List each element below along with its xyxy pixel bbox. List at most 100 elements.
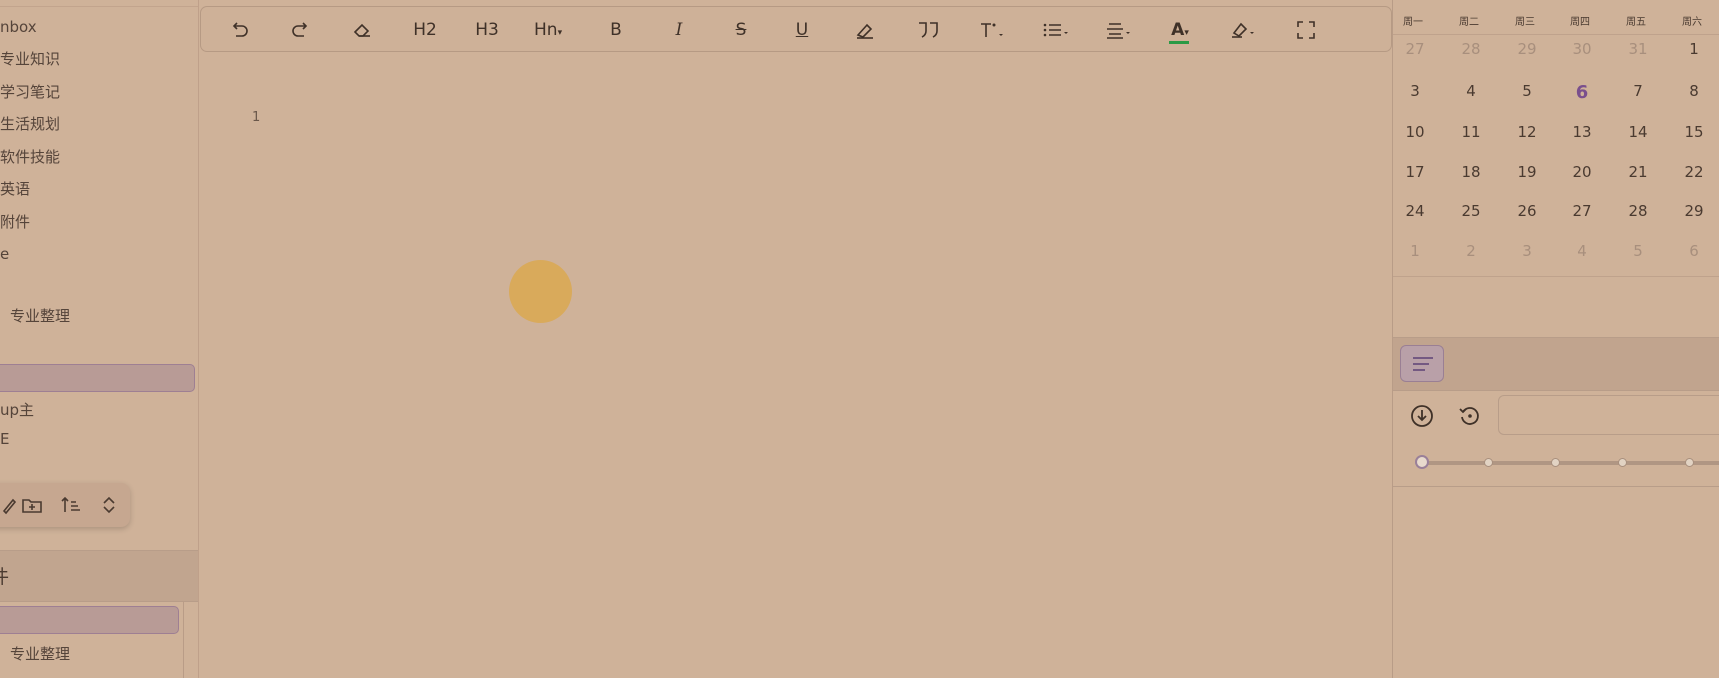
calendar-day[interactable]: 28 (1618, 202, 1658, 220)
font-color-swatch (1169, 41, 1189, 44)
history-slider-tick[interactable] (1618, 458, 1627, 467)
calendar-day[interactable]: 7 (1618, 82, 1658, 100)
calendar-day[interactable]: 4 (1451, 82, 1491, 100)
weekday-label: 周四 (1570, 17, 1590, 28)
download-icon[interactable] (1409, 403, 1435, 429)
sidebar-divider (0, 6, 198, 7)
heading-more-button[interactable]: Hn▾ (534, 16, 562, 44)
calendar-day[interactable]: 6 (1674, 242, 1714, 260)
pointer-indicator (509, 260, 572, 323)
editor-canvas[interactable] (199, 0, 1391, 678)
calendar-day[interactable]: 5 (1618, 242, 1658, 260)
list-icon[interactable] (1041, 16, 1071, 44)
calendar-day[interactable]: 28 (1451, 40, 1491, 58)
calendar-day[interactable]: 8 (1674, 82, 1714, 100)
sidebar-item-life-planning[interactable]: 生活规划 (0, 110, 60, 138)
history-search-input[interactable] (1498, 395, 1719, 435)
font-color-button[interactable]: A▾ (1167, 16, 1193, 44)
sidebar-item-organize[interactable]: 专业整理 (10, 302, 70, 330)
heading3-button[interactable]: H3 (474, 16, 500, 44)
dropdown-caret-icon: ▾ (1184, 28, 1189, 38)
sidebar-item-study-notes[interactable]: 学习笔记 (0, 78, 60, 106)
history-slider-track[interactable] (1421, 461, 1719, 465)
sidebar-lower-item-organize[interactable]: 专业整理 (10, 640, 70, 668)
calendar-day[interactable]: 2 (1451, 242, 1491, 260)
highlight-pen-icon[interactable] (852, 16, 878, 44)
calendar-day[interactable]: 27 (1395, 40, 1435, 58)
eraser-icon[interactable] (349, 16, 375, 44)
calendar-day[interactable]: 4 (1562, 242, 1602, 260)
sidebar-section-header[interactable]: 件 (0, 550, 198, 602)
sidebar-item-e2[interactable]: E (0, 425, 9, 453)
calendar-day[interactable]: 20 (1562, 163, 1602, 181)
calendar-day[interactable]: 1 (1395, 242, 1435, 260)
background-color-icon[interactable] (1229, 16, 1259, 44)
bold-button[interactable]: B (603, 16, 629, 44)
sidebar-item-e[interactable]: e (0, 240, 9, 268)
calendar-day[interactable]: 5 (1507, 82, 1547, 100)
text-format-icon[interactable] (978, 16, 1006, 44)
calendar-day[interactable]: 14 (1618, 123, 1658, 141)
history-slider-handle[interactable] (1415, 455, 1429, 469)
history-slider-tick[interactable] (1685, 458, 1694, 467)
calendar-day[interactable]: 10 (1395, 123, 1435, 141)
sort-icon[interactable] (60, 494, 82, 516)
italic-button[interactable]: I (666, 16, 692, 44)
calendar-day[interactable]: 15 (1674, 123, 1714, 141)
calendar-day[interactable]: 11 (1451, 123, 1491, 141)
redo-icon[interactable] (288, 16, 314, 44)
calendar-day[interactable]: 6 (1562, 82, 1602, 103)
strikethrough-button[interactable]: S (728, 16, 754, 44)
expand-collapse-icon[interactable] (98, 494, 120, 516)
align-icon[interactable] (1104, 16, 1134, 44)
sidebar-item-attachments[interactable]: 附件 (0, 208, 30, 236)
right-panel: 周一 周二 周三 周四 周五 周六 27 28 29 30 31 1 3 4 5 6 7 8 10 11 1… (1392, 0, 1719, 678)
sidebar-item-label: 英语 (0, 180, 31, 198)
fullscreen-icon[interactable] (1293, 16, 1319, 44)
calendar-day[interactable]: 22 (1674, 163, 1714, 181)
edit-icon[interactable] (0, 494, 20, 516)
sidebar-item-label: 学习笔记 (0, 83, 61, 101)
sidebar-item-up[interactable]: up主 (0, 396, 34, 424)
calendar-day[interactable]: 29 (1674, 202, 1714, 220)
calendar-day[interactable]: 3 (1507, 242, 1547, 260)
line-number: 1 (252, 110, 261, 125)
calendar-day[interactable]: 25 (1451, 202, 1491, 220)
calendar-day[interactable]: 26 (1507, 202, 1547, 220)
history-restore-icon[interactable] (1457, 403, 1483, 429)
calendar-divider (1393, 34, 1719, 35)
history-slider-tick[interactable] (1484, 458, 1493, 467)
calendar-day[interactable]: 1 (1674, 40, 1714, 58)
calendar-day[interactable]: 12 (1507, 123, 1547, 141)
calendar-day[interactable]: 13 (1562, 123, 1602, 141)
undo-icon[interactable] (226, 16, 252, 44)
history-panel (1393, 390, 1719, 487)
calendar-day[interactable]: 17 (1395, 163, 1435, 181)
calendar-day[interactable]: 19 (1507, 163, 1547, 181)
new-folder-icon[interactable] (21, 494, 43, 516)
calendar-day[interactable]: 30 (1562, 40, 1602, 58)
sidebar-item-label: nbox (0, 18, 37, 36)
calendar-day[interactable]: 3 (1395, 82, 1435, 100)
quote-icon[interactable] (915, 16, 941, 44)
calendar-day[interactable]: 31 (1618, 40, 1658, 58)
sidebar-item-software-skills[interactable]: 软件技能 (0, 143, 60, 171)
weekday-label: 周六 (1682, 17, 1702, 28)
calendar-day[interactable]: 21 (1618, 163, 1658, 181)
sidebar-lower-item-selected[interactable] (0, 606, 179, 634)
heading2-button[interactable]: H2 (412, 16, 438, 44)
sidebar-item-professional-knowledge[interactable]: 专业知识 (0, 45, 60, 73)
sidebar-item-label: up主 (0, 401, 35, 419)
calendar-day[interactable]: 18 (1451, 163, 1491, 181)
calendar-day[interactable]: 29 (1507, 40, 1547, 58)
sidebar-item-english[interactable]: 英语 (0, 175, 30, 203)
history-slider-tick[interactable] (1551, 458, 1560, 467)
sidebar-item-selected[interactable] (0, 364, 195, 392)
calendar-day[interactable]: 27 (1562, 202, 1602, 220)
outline-button[interactable] (1400, 345, 1444, 382)
sidebar-item-label: 专业整理 (10, 307, 71, 325)
sidebar-item-label: e (0, 245, 10, 263)
calendar-day[interactable]: 24 (1395, 202, 1435, 220)
underline-button[interactable]: U (789, 16, 815, 44)
sidebar-item-inbox[interactable]: nbox (0, 13, 37, 41)
